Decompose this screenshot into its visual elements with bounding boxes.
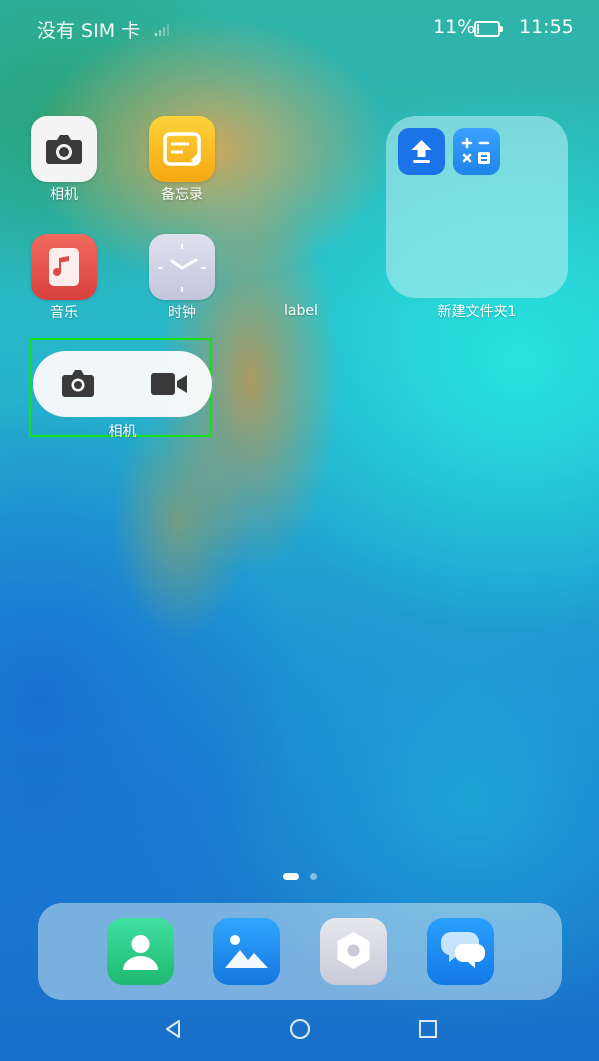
app-clock[interactable]: 时钟 [132, 234, 232, 322]
recents-square-icon[interactable] [413, 1014, 443, 1044]
app-notes[interactable]: 备忘录 [132, 116, 232, 204]
settings-icon[interactable] [320, 918, 387, 985]
carrier-text: 没有 SIM 卡 [37, 20, 141, 42]
app-label: 备忘录 [161, 187, 203, 203]
clock-time: 11:55 [519, 16, 574, 38]
widget-label: 相机 [108, 424, 137, 440]
camera-icon[interactable] [60, 367, 96, 401]
camera-widget[interactable] [33, 351, 212, 417]
home-circle-icon[interactable] [285, 1014, 315, 1044]
dock [38, 903, 562, 1000]
app-label: 时钟 [168, 305, 196, 321]
folder-label: 新建文件夹1 [437, 304, 517, 320]
signal-bars-icon [155, 24, 169, 36]
contacts-icon[interactable] [107, 918, 174, 985]
messages-icon[interactable] [427, 918, 494, 985]
back-triangle-icon[interactable] [158, 1014, 188, 1044]
label-text: label [284, 303, 318, 319]
page-dot[interactable] [310, 873, 317, 880]
clock-icon [149, 234, 215, 300]
camera-icon [31, 116, 97, 182]
battery-percent: 11% [433, 16, 476, 38]
upload-icon[interactable] [398, 128, 445, 175]
notes-icon [149, 116, 215, 182]
battery-icon [474, 21, 503, 37]
page-dot-active[interactable] [283, 873, 299, 880]
app-label: 音乐 [50, 305, 78, 321]
app-label: 相机 [50, 187, 78, 203]
calculator-icon[interactable] [453, 128, 500, 175]
status-bar: 没有 SIM 卡 11% 11:55 [0, 0, 599, 56]
gallery-icon[interactable] [213, 918, 280, 985]
music-icon [31, 234, 97, 300]
app-music[interactable]: 音乐 [14, 234, 114, 322]
folder[interactable] [386, 116, 568, 298]
battery-level-fill [477, 24, 479, 34]
video-camera-icon[interactable] [149, 371, 189, 397]
app-camera[interactable]: 相机 [14, 116, 114, 204]
